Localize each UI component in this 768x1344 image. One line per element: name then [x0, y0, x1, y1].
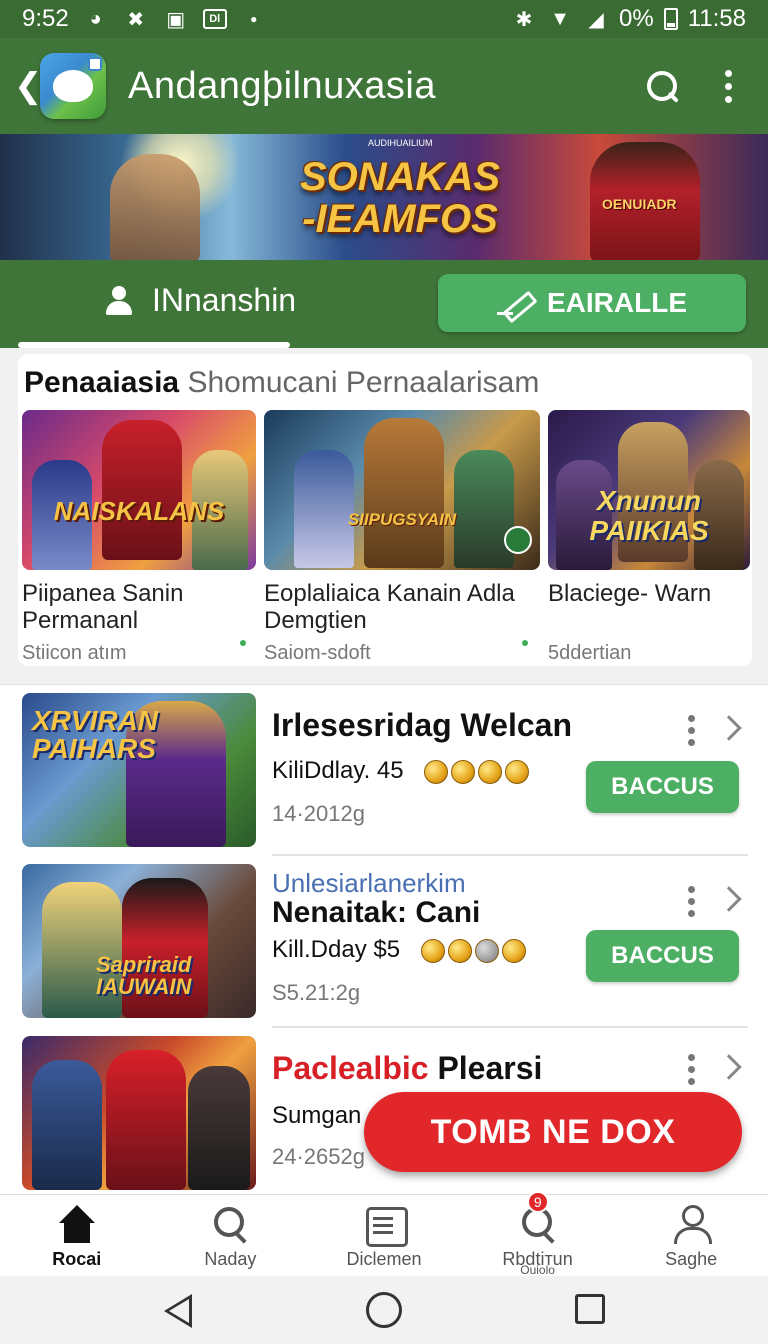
banner-hero-left [110, 154, 200, 260]
list-item-title: Paclealbic Plearsi [272, 1050, 543, 1086]
nav-item-label: Diclemen [346, 1249, 422, 1269]
person-icon [104, 285, 134, 316]
edit-button[interactable]: EAIRALLE [438, 274, 746, 332]
nav-item-notifications[interactable]: 9 Rbdtiтun Ouiolo [461, 1191, 615, 1277]
list-item-info: Sumgan [272, 1102, 362, 1129]
document-icon [362, 1205, 408, 1247]
list-item-date: 24·2652g [272, 1144, 365, 1169]
chevron-right-icon[interactable] [716, 886, 742, 912]
featured-item-dot [522, 640, 528, 646]
featured-item[interactable]: Xnunun PAIIKIAS Blaciege- Warn 5ddertian [548, 410, 750, 665]
list-item-subtitle: Unlesiarlanerkim [272, 868, 466, 898]
wifi-icon: ▼ [550, 7, 570, 30]
system-back-icon[interactable] [164, 1294, 192, 1328]
battery-icon [663, 8, 678, 30]
system-navigation-bar [0, 1276, 768, 1344]
banner-small-text: AUDIHUAILIUM [368, 138, 433, 148]
nav-item-label: Saghe [665, 1249, 718, 1269]
back-arrow-icon[interactable]: ❮ [14, 66, 43, 106]
nav-item-profile[interactable]: Saghe [614, 1195, 768, 1276]
reward-coins-icon [424, 759, 530, 784]
featured-item-name: Blaciege- Warn [548, 580, 712, 607]
search-icon[interactable] [645, 69, 679, 103]
section-title: Penaaiasia Shomucani Pernaalarisam [24, 366, 540, 399]
list-item-info: Kill.Dday $5 [272, 936, 526, 964]
system-home-icon[interactable] [366, 1292, 402, 1328]
featured-item[interactable]: NAISKALANS Piipanea Sanin Permananl Stii… [22, 410, 256, 665]
clock-icon: ◕ [89, 7, 102, 30]
bluetooth-icon: ✱ [515, 8, 533, 31]
status-bar: 9:52 ◕ ✖ ▣ Dl ● ✱ ▼ ◢ 0% 11:58 [0, 0, 768, 38]
dot-icon: ● [250, 12, 258, 26]
banner-tag: OENUIADR [602, 196, 677, 212]
status-time-left: 9:52 [22, 5, 69, 32]
nav-item-search[interactable]: Naday [154, 1195, 308, 1276]
tab-row: INnanshin EAIRALLE [0, 260, 768, 348]
list-item-image: Sapriraid IAUWAIN [22, 864, 256, 1018]
nav-item-sublabel: Ouiolo [520, 1263, 555, 1277]
tab-profile[interactable]: INnanshin [104, 282, 296, 319]
list-item-more-icon[interactable] [688, 1054, 695, 1085]
notification-badge: 9 [526, 1191, 549, 1213]
list-item-action-button[interactable]: BACCUS [586, 930, 739, 982]
app-bar: ❮ Andangþilnuxasia [0, 38, 768, 134]
featured-item-name: Eoplaliaica Kanain Adla Demgtien [264, 580, 515, 634]
featured-section: Penaaiasia Shomucani Pernaalarisam NAISK… [0, 348, 768, 684]
list-item-action-button[interactable]: BACCUS [586, 761, 739, 813]
signal-icon: ◢ [588, 8, 604, 31]
bottom-navigation: Rocai Naday Diclemen 9 Rbdtiтun Ouiolo S… [0, 1191, 768, 1277]
nav-item-label: Rocai [52, 1249, 102, 1269]
more-options-icon[interactable] [725, 69, 732, 103]
tab-profile-label: INnanshin [152, 282, 297, 318]
search-icon [208, 1205, 252, 1245]
app-logo [40, 53, 106, 119]
status-time-right: 11:58 [687, 5, 746, 32]
featured-item-dot [240, 640, 246, 646]
edit-button-label: EAIRALLE [547, 287, 687, 318]
list-item-date: 14·2012g [272, 801, 365, 826]
list-item-title: Nenaitak: Cani [272, 896, 481, 929]
list-item-title: Irlesesridag Welcan [272, 707, 572, 743]
image-icon: ▣ [166, 8, 186, 31]
featured-item-image: NAISKALANS [22, 410, 256, 570]
floating-action-button[interactable]: TOMB NE DOX [364, 1092, 742, 1172]
list-item-more-icon[interactable] [688, 715, 695, 746]
banner-title: SONAKAS -IEAMFOS [299, 155, 501, 241]
app-title: Andangþilnuxasia [128, 64, 437, 107]
chevron-right-icon[interactable] [716, 715, 742, 741]
promo-banner[interactable]: AUDIHUAILIUM SONAKAS -IEAMFOS OENUIADR [0, 134, 768, 260]
home-icon [55, 1205, 99, 1245]
featured-item-image: Xnunun PAIIKIAS [548, 410, 750, 570]
list-item[interactable]: Sapriraid IAUWAIN Unlesiarlanerkim Nenai… [0, 856, 768, 1026]
chevron-right-icon[interactable] [716, 1054, 742, 1080]
list-item-date: S5.21:2g [272, 980, 361, 1005]
dl-icon: Dl [202, 9, 227, 29]
featured-item-meta: Saiom-sdoft [264, 642, 371, 664]
featured-item-badge [504, 526, 532, 554]
featured-item-meta: Stiicon atım [22, 642, 127, 664]
battery-percent: 0% [619, 5, 654, 32]
list-item[interactable]: XRVIRAN PAIHARS Irlesesridag Welcan Kili… [0, 684, 768, 854]
list-item-image [22, 1036, 256, 1190]
nav-item-label: Naday [204, 1249, 257, 1269]
reward-coins-icon [420, 938, 526, 963]
featured-item-meta: 5ddertian [548, 642, 632, 664]
featured-item-image: SIIPUGSYAIN [264, 410, 540, 570]
featured-item[interactable]: SIIPUGSYAIN Eoplaliaica Kanain Adla Demg… [264, 410, 540, 665]
nav-item-home[interactable]: Rocai [0, 1195, 154, 1276]
system-recents-icon[interactable] [575, 1294, 605, 1324]
user-icon [669, 1205, 713, 1245]
featured-item-name: Piipanea Sanin Permananl [22, 580, 184, 634]
list-item-info: KiliDdlay. 45 [272, 757, 530, 785]
pencil-icon [497, 288, 531, 318]
x-icon: ✖ [127, 8, 145, 31]
nav-item-documents[interactable]: Diclemen [307, 1195, 461, 1276]
list-item-more-icon[interactable] [688, 886, 695, 917]
list-item-image: XRVIRAN PAIHARS [22, 693, 256, 847]
